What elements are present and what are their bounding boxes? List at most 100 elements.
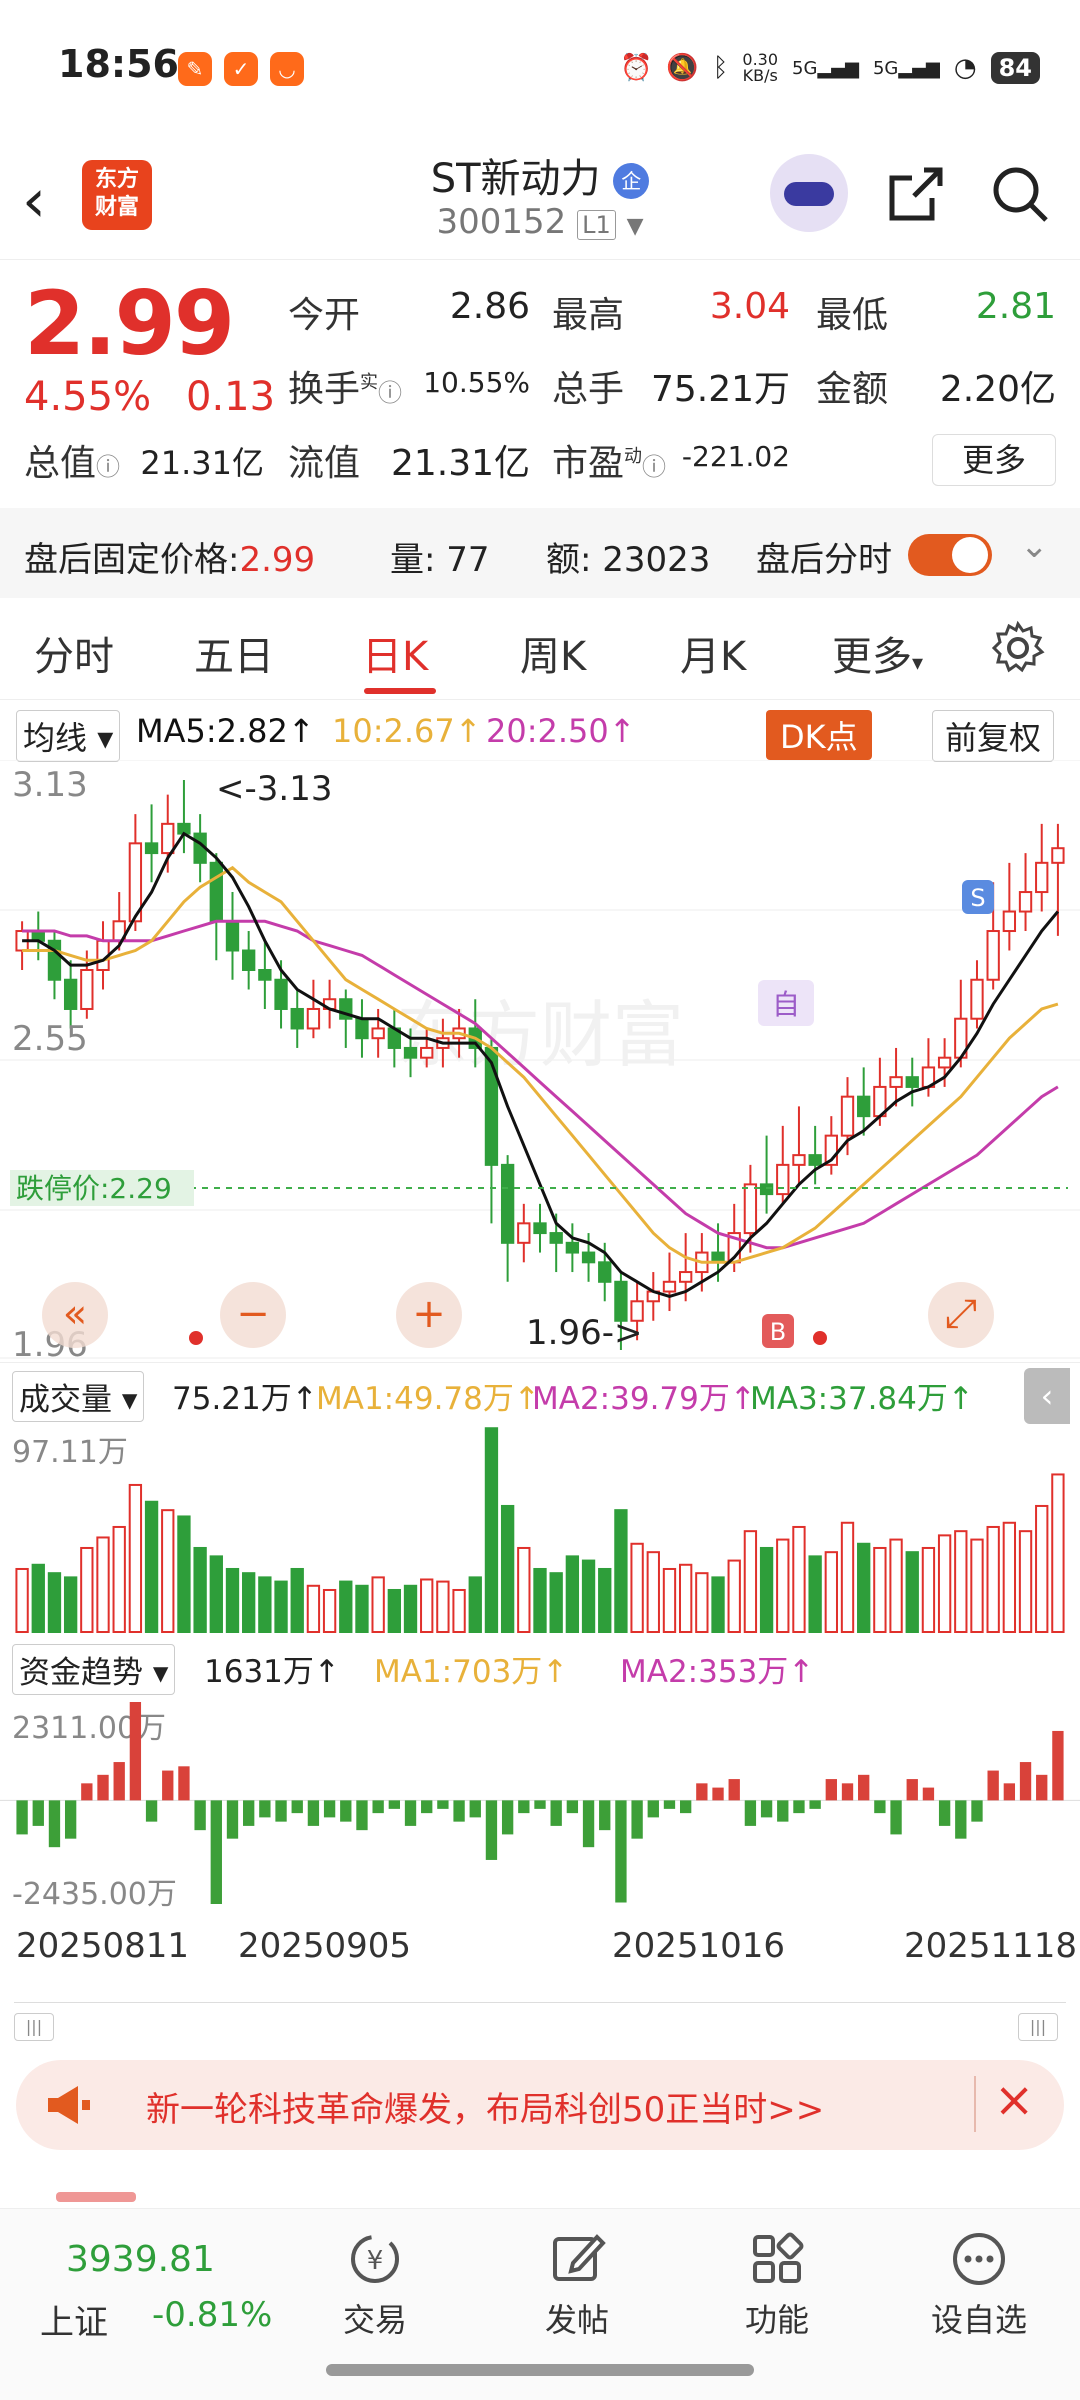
collapse-icon[interactable]: ‹: [1024, 1368, 1070, 1424]
index-value[interactable]: 3939.81: [66, 2239, 215, 2280]
tab-intraday[interactable]: 分时: [34, 624, 114, 682]
indicator-select[interactable]: 均线 ▾: [16, 710, 121, 762]
sell-marker-label: S: [970, 884, 985, 912]
volume-bar: [954, 1530, 968, 1633]
candle: [355, 1017, 369, 1040]
high-label: 最高: [552, 295, 625, 336]
home-indicator[interactable]: [326, 2364, 754, 2376]
nav-function[interactable]: 功能: [702, 2219, 852, 2341]
fund-bar: [1052, 1730, 1064, 1801]
fund-bar: [1003, 1783, 1016, 1801]
volume-bar: [678, 1563, 693, 1634]
fund-bar: [647, 1800, 659, 1818]
current-price: 2.99: [24, 272, 235, 375]
tab-weekly-k[interactable]: 周K: [520, 624, 586, 682]
search-icon[interactable]: [988, 162, 1052, 226]
fund-bar: [679, 1800, 692, 1814]
nav-post[interactable]: 发帖: [502, 2219, 652, 2341]
volume-bar: [322, 1588, 337, 1634]
ma20-value: 20:2.50↑: [486, 712, 636, 750]
kline-chart[interactable]: 东方财富 3.13 2.55 1.96 <-3.13 1.96-> 跌停价:2.…: [0, 759, 1080, 1365]
svg-text:¥: ¥: [367, 2246, 384, 2276]
fund-bar: [777, 1800, 789, 1822]
dk-point-button[interactable]: DK点: [766, 710, 872, 760]
fund-bar: [631, 1800, 643, 1839]
watermark: 东方财富: [396, 993, 684, 1077]
nav-watchlist[interactable]: 设自选: [904, 2219, 1054, 2341]
after-hours-bar: 盘后固定价格:2.99 量: 77 额: 23023 盘后分时 ⌄: [0, 508, 1080, 598]
change-pct: 4.55%: [24, 374, 152, 420]
gear-icon[interactable]: [990, 620, 1046, 676]
volume-bar: [128, 1483, 143, 1634]
after-hours-volume: 量: 77: [390, 540, 490, 580]
scroll-left-icon[interactable]: «: [42, 1282, 108, 1348]
kline-svg[interactable]: 东方财富 3.13 2.55 1.96 <-3.13 1.96-> 跌停价:2.…: [0, 759, 1080, 1365]
volume-bar: [193, 1546, 207, 1633]
tab-five-day[interactable]: 五日: [194, 624, 274, 682]
ma10-value: 10:2.67↑: [332, 712, 482, 750]
fund-bar: [64, 1800, 77, 1839]
tab-monthly-k[interactable]: 月K: [680, 624, 746, 682]
tab-more[interactable]: 更多▾: [832, 624, 923, 682]
share-icon[interactable]: [884, 162, 948, 226]
volume-bar: [743, 1530, 758, 1633]
system-icons: ⏰ 🔕 ᛒ 0.30 KB/s 5G▂▄▆ 5G▂▄▆ ◔ 84: [620, 48, 1040, 88]
candle: [662, 1280, 677, 1293]
volume-bar: [387, 1588, 402, 1634]
index-name[interactable]: 上证: [40, 2295, 108, 2344]
scroller-handle-right[interactable]: |||: [1018, 2013, 1058, 2041]
volume-label: 总手: [552, 369, 625, 410]
close-icon[interactable]: ×: [994, 2072, 1034, 2128]
volume-bar: [500, 1504, 515, 1633]
volume-bar: [290, 1567, 304, 1633]
high-value: 3.04: [709, 286, 790, 327]
scroller-handle-left[interactable]: |||: [14, 2013, 54, 2041]
range-scroller[interactable]: ||| |||: [14, 2002, 1066, 2041]
adjust-button[interactable]: 前复权: [932, 710, 1055, 762]
candle: [1002, 910, 1017, 933]
volume-chart[interactable]: 97.11万: [0, 1422, 1080, 1634]
assistant-avatar[interactable]: [770, 154, 848, 232]
volume-select[interactable]: 成交量 ▾: [12, 1371, 145, 1422]
fund-bar: [615, 1800, 627, 1903]
index-change[interactable]: -0.81%: [152, 2295, 272, 2335]
fund-select[interactable]: 资金趋势 ▾: [12, 1644, 176, 1695]
fund-bar: [890, 1800, 902, 1835]
float-label: 流值: [288, 443, 361, 484]
zoom-out-icon[interactable]: −: [220, 1282, 286, 1348]
fund-bar: [323, 1800, 336, 1818]
fund-bar: [858, 1774, 870, 1801]
self-tag: 自: [772, 988, 800, 1021]
fullscreen-icon[interactable]: ⤢: [928, 1282, 994, 1348]
volume-bar: [468, 1576, 482, 1634]
ma-legend: 均线 ▾ MA5:2.82↑ 10:2.67↑ 20:2.50↑ DK点 前复权: [0, 702, 1080, 762]
volume-bar: [937, 1534, 952, 1633]
candle: [290, 1007, 304, 1030]
volume-bar: [905, 1551, 919, 1634]
candle: [500, 1163, 515, 1244]
volume-bar: [161, 1509, 175, 1633]
banner-text[interactable]: 新一轮科技革命爆发，布局科创50正当时>>: [146, 2082, 824, 2131]
nav-trade[interactable]: ¥ 交易: [300, 2219, 450, 2341]
fund-y-top: 2311.00万: [12, 1711, 166, 1746]
fund-bar: [922, 1787, 935, 1801]
turnover-label: 换手实ⓘ: [288, 369, 403, 410]
zoom-in-icon[interactable]: +: [396, 1282, 462, 1348]
after-hours-toggle[interactable]: [908, 534, 992, 576]
fund-chart[interactable]: 2311.00万 -2435.00万: [0, 1698, 1080, 1912]
tab-daily-k[interactable]: 日K: [362, 624, 428, 682]
mktcap-value: 21.31亿: [140, 444, 264, 482]
fund-bar: [210, 1800, 222, 1904]
more-button[interactable]: 更多: [932, 434, 1056, 486]
candle: [209, 861, 223, 923]
promo-banner[interactable]: 新一轮科技革命爆发，布局科创50正当时>> ×: [16, 2060, 1064, 2150]
volume-bar: [662, 1567, 677, 1633]
candle: [144, 842, 159, 855]
volume-bar: [840, 1521, 855, 1633]
chevron-down-icon[interactable]: ⌄: [1020, 526, 1049, 566]
fund-bar: [97, 1774, 109, 1801]
y-axis-top: 3.13: [12, 765, 88, 805]
volume-bar: [1018, 1530, 1033, 1633]
grid-icon: [753, 2232, 804, 2283]
fund-bar: [599, 1800, 611, 1831]
